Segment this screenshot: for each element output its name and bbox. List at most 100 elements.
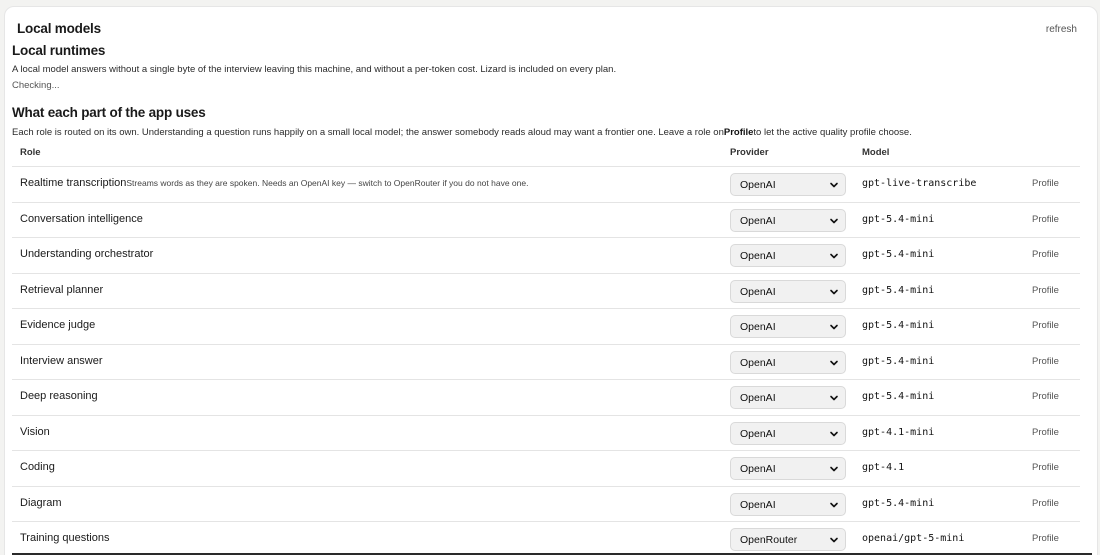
role-label: Conversation intelligence: [20, 212, 143, 225]
provider-selected-value: OpenRouter: [740, 534, 798, 546]
table-row: Coding OpenAI gpt-4.1 Profile: [12, 450, 1080, 486]
role-name: Diagram: [20, 497, 62, 509]
chevron-down-icon: [830, 289, 838, 294]
model-name: gpt-5.4-mini: [862, 355, 935, 367]
role-name: Vision: [20, 426, 50, 438]
model-name: gpt-5.4-mini: [862, 497, 935, 509]
provider-select[interactable]: OpenAI: [730, 457, 846, 480]
table-row: Evidence judge OpenAI gpt-5.4-mini Profile: [12, 308, 1080, 344]
local-runtimes-status: Checking...: [12, 80, 60, 91]
profile-button[interactable]: Profile: [1032, 427, 1059, 438]
provider-selected-value: OpenAI: [740, 392, 776, 404]
chevron-down-icon: [830, 537, 838, 543]
role-label: Vision: [20, 425, 50, 438]
provider-selected-value: OpenAI: [740, 179, 776, 191]
role-name: Coding: [20, 461, 55, 473]
profile-button[interactable]: Profile: [1032, 498, 1059, 509]
table-row: Understanding orchestrator OpenAI gpt-5.4-…: [12, 237, 1080, 273]
profile-button[interactable]: Profile: [1032, 320, 1059, 331]
role-routing-description-start: Each role is routed on its own. Understa…: [12, 127, 724, 138]
profile-button[interactable]: Profile: [1032, 285, 1059, 296]
chevron-down-icon: [830, 360, 838, 365]
role-label: Evidence judge: [20, 319, 96, 331]
provider-selected-value: OpenAI: [740, 250, 776, 262]
model-name: gpt-5.4-mini: [862, 213, 935, 225]
role-routing-heading: What each part of the app uses: [12, 105, 206, 120]
provider-select[interactable]: OpenAI: [730, 208, 846, 232]
model-name: gpt-4.1: [862, 462, 905, 473]
table-row: Realtime transcriptionStreams words as t…: [12, 166, 1080, 202]
column-header-role: Role: [20, 147, 41, 158]
chevron-down-icon: [830, 502, 838, 507]
profile-button[interactable]: Profile: [1032, 249, 1059, 260]
model-name: gpt-live-transcribe: [862, 178, 977, 189]
provider-selected-value: OpenAI: [740, 427, 776, 440]
role-routing-description: Each role is routed on its own. Understa…: [12, 127, 912, 138]
table-header: Role Provider Model: [12, 147, 1080, 165]
model-name: gpt-5.4-mini: [862, 320, 935, 331]
role-label: Diagram: [20, 496, 62, 509]
model-name: gpt-5.4-mini: [862, 284, 935, 296]
table-row: Deep reasoning OpenAI gpt-5.4-mini Profile: [12, 379, 1080, 415]
local-runtimes-description: A local model answers without a single b…: [12, 64, 617, 75]
chevron-down-icon: [830, 466, 838, 472]
role-label: Understanding orchestrator: [20, 248, 154, 260]
chevron-down-icon: [830, 395, 838, 401]
role-name: Interview answer: [20, 355, 103, 367]
profile-button[interactable]: Profile: [1032, 356, 1059, 367]
table-row: Retrieval planner OpenAI gpt-5.4-mini Profi…: [12, 272, 1080, 309]
provider-select[interactable]: OpenAI: [730, 279, 846, 303]
chevron-down-icon: [830, 324, 838, 330]
provider-selected-value: OpenAI: [740, 356, 776, 369]
provider-select[interactable]: OpenAI: [730, 492, 846, 516]
role-label: Deep reasoning: [20, 390, 98, 402]
role-name: Deep reasoning: [20, 390, 98, 402]
model-name: gpt-5.4-mini: [862, 391, 935, 402]
provider-select[interactable]: OpenAI: [730, 350, 846, 374]
local-runtimes-heading: Local runtimes: [12, 43, 106, 58]
profile-button[interactable]: Profile: [1032, 462, 1059, 473]
provider-select[interactable]: OpenRouter: [730, 528, 846, 551]
chevron-down-icon: [830, 431, 838, 436]
role-routing-description-profile: Profile: [723, 127, 754, 138]
role-table: Realtime transcriptionStreams words as t…: [12, 166, 1080, 555]
refresh-link[interactable]: refresh: [1046, 24, 1077, 35]
provider-selected-value: OpenAI: [740, 321, 776, 333]
provider-select[interactable]: OpenAI: [730, 173, 846, 196]
column-header-provider: Provider: [730, 147, 769, 158]
page-title: Local models: [17, 21, 101, 36]
table-row: Interview answer OpenAI gpt-5.4-mini Profil…: [12, 343, 1080, 380]
profile-button[interactable]: Profile: [1032, 178, 1059, 189]
role-name: Understanding orchestrator: [20, 248, 153, 260]
chevron-down-icon: [830, 253, 838, 259]
provider-selected-value: OpenAI: [740, 463, 776, 475]
profile-button[interactable]: Profile: [1032, 214, 1059, 225]
role-name: Evidence judge: [20, 319, 95, 331]
chevron-down-icon: [830, 218, 838, 223]
role-note: Streams words as they are spoken. Needs …: [126, 178, 529, 188]
model-name: gpt-5.4-mini: [862, 249, 935, 260]
role-name: Training questions: [20, 532, 109, 544]
provider-selected-value: OpenAI: [740, 214, 776, 227]
role-label: Coding: [20, 461, 55, 473]
role-routing-description-end: to let the active quality profile choose…: [753, 127, 912, 138]
provider-select[interactable]: OpenAI: [730, 315, 846, 338]
role-name: Realtime transcriptionStreams words as t…: [20, 177, 528, 189]
role-label: Realtime transcription: [20, 177, 127, 189]
profile-button[interactable]: Profile: [1032, 533, 1059, 544]
table-row: Training questions OpenRouter openai/gpt-5…: [12, 521, 1080, 555]
profile-button[interactable]: Profile: [1032, 391, 1059, 402]
role-label: Training questions: [20, 532, 110, 544]
table-row: Diagram OpenAI gpt-5.4-mini Profile: [12, 485, 1080, 522]
provider-select[interactable]: OpenAI: [730, 386, 846, 409]
provider-select[interactable]: OpenAI: [730, 421, 846, 445]
role-label: Interview answer: [20, 354, 103, 367]
role-name: Retrieval planner: [20, 284, 103, 296]
provider-selected-value: OpenAI: [740, 498, 776, 511]
table-row: Vision OpenAI gpt-4.1-mini Profile: [12, 414, 1080, 451]
table-row: Conversation intelligence OpenAI gpt-5.4-m…: [12, 201, 1080, 238]
provider-select[interactable]: OpenAI: [730, 244, 846, 267]
column-header-model: Model: [862, 147, 890, 158]
role-label: Retrieval planner: [20, 283, 104, 296]
chevron-down-icon: [830, 182, 838, 188]
